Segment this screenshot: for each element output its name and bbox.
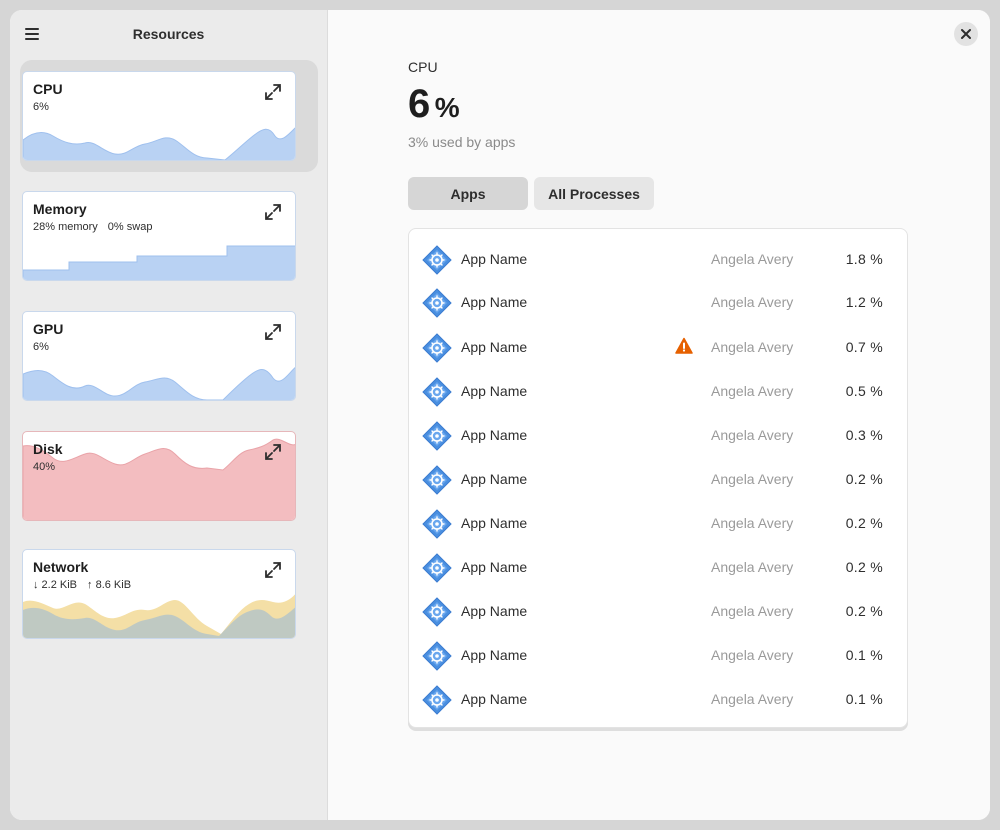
app-gear-icon [422, 641, 452, 671]
app-name: App Name [461, 471, 528, 487]
process-cpu-percent: 0.2 % [845, 603, 883, 619]
card-title: Memory [33, 201, 87, 217]
card-value: ↓ 2.2 KiB ↑ 8.6 KiB [33, 579, 131, 591]
tab-apps[interactable]: Apps [408, 177, 528, 210]
process-user: Angela Avery [711, 515, 794, 531]
app-gear-icon [422, 553, 452, 583]
cpu-graph [23, 127, 295, 160]
card-title: Disk [33, 441, 63, 457]
sidebar-title: Resources [132, 26, 205, 42]
process-user: Angela Avery [711, 691, 794, 707]
app-gear-icon [422, 465, 452, 495]
main-content: CPU 6% 3% used by apps Apps All Processe… [328, 10, 990, 820]
process-cpu-percent: 0.2 % [845, 559, 883, 575]
expand-icon[interactable] [263, 322, 283, 342]
close-icon [961, 29, 971, 39]
disk-graph [23, 438, 295, 520]
sidebar-item-network[interactable]: Network ↓ 2.2 KiB ↑ 8.6 KiB [22, 549, 296, 639]
sidebar-item-cpu[interactable]: CPU 6% [22, 71, 296, 161]
table-row[interactable]: App Name Angela Avery 0.2 % [409, 545, 907, 589]
table-row[interactable]: App Name Angela Avery 0.5 % [409, 369, 907, 413]
card-value: 28% memory 0% swap [33, 221, 152, 233]
warning-icon [675, 337, 693, 354]
app-gear-icon [422, 509, 452, 539]
card-value: 6% [33, 341, 49, 353]
table-row[interactable]: App Name Angela Avery 0.1 % [409, 633, 907, 677]
download-rate: ↓ 2.2 KiB [33, 579, 78, 591]
process-user: Angela Avery [711, 647, 794, 663]
expand-icon[interactable] [263, 560, 283, 580]
app-name: App Name [461, 647, 528, 663]
process-list: App Name Angela Avery 1.8 % App Name Angela … [408, 228, 908, 728]
table-row[interactable]: App Name Angela Avery 0.1 % [409, 677, 907, 721]
process-cpu-percent: 0.1 % [845, 691, 883, 707]
process-user: Angela Avery [711, 251, 794, 267]
process-user: Angela Avery [711, 559, 794, 575]
table-row[interactable]: App Name Angela Avery 0.2 % [409, 457, 907, 501]
app-gear-icon [422, 245, 452, 275]
table-row[interactable]: App Name Angela Avery 1.8 % [409, 237, 907, 281]
process-cpu-percent: 0.2 % [845, 471, 883, 487]
process-cpu-percent: 0.7 % [845, 339, 883, 355]
app-gear-icon [422, 421, 452, 451]
resource-value-unit: % [434, 92, 461, 123]
process-user: Angela Avery [711, 294, 794, 310]
table-row[interactable]: App Name Angela Avery 0.2 % [409, 589, 907, 633]
app-gear-icon [422, 597, 452, 627]
app-window: Resources CPU 6% Memory 28% memory 0% swa… [10, 10, 990, 820]
sidebar-item-memory[interactable]: Memory 28% memory 0% swap [22, 191, 296, 281]
process-user: Angela Avery [711, 603, 794, 619]
app-name: App Name [461, 383, 528, 399]
process-user: Angela Avery [711, 427, 794, 443]
sidebar: Resources CPU 6% Memory 28% memory 0% swa… [10, 10, 328, 820]
resource-note: 3% used by apps [408, 134, 516, 150]
process-user: Angela Avery [711, 339, 794, 355]
memory-value: 28% memory [33, 221, 98, 233]
expand-icon[interactable] [263, 82, 283, 102]
app-name: App Name [461, 339, 528, 355]
sidebar-header: Resources [10, 10, 327, 58]
sidebar-item-disk[interactable]: Disk 40% [22, 431, 296, 521]
app-gear-icon [422, 685, 452, 715]
expand-icon[interactable] [263, 442, 283, 462]
card-title: CPU [33, 81, 63, 97]
expand-icon[interactable] [263, 202, 283, 222]
process-cpu-percent: 0.1 % [845, 647, 883, 663]
upload-rate: ↑ 8.6 KiB [87, 579, 132, 591]
gpu-graph [23, 367, 295, 400]
resource-value: 6% [408, 82, 460, 127]
app-gear-icon [422, 377, 452, 407]
process-user: Angela Avery [711, 383, 794, 399]
app-name: App Name [461, 515, 528, 531]
close-button[interactable] [954, 22, 978, 46]
table-row[interactable]: App Name Angela Avery 0.7 % [409, 325, 907, 369]
process-cpu-percent: 0.3 % [845, 427, 883, 443]
resource-value-number: 6 [408, 82, 431, 126]
process-cpu-percent: 0.2 % [845, 515, 883, 531]
table-row[interactable]: App Name Angela Avery 0.2 % [409, 501, 907, 545]
process-cpu-percent: 0.5 % [845, 383, 883, 399]
app-name: App Name [461, 691, 528, 707]
app-gear-icon [422, 288, 452, 318]
app-name: App Name [461, 251, 528, 267]
card-title: Network [33, 559, 89, 575]
card-title: GPU [33, 321, 64, 337]
card-value: 6% [33, 101, 49, 113]
table-row[interactable]: App Name Angela Avery 1.2 % [409, 280, 907, 324]
app-name: App Name [461, 427, 528, 443]
card-value: 40% [33, 461, 56, 473]
app-name: App Name [461, 603, 528, 619]
table-row[interactable]: App Name Angela Avery 0.3 % [409, 413, 907, 457]
app-name: App Name [461, 294, 528, 310]
swap-value: 0% swap [107, 221, 153, 233]
process-cpu-percent: 1.8 % [845, 251, 883, 267]
process-cpu-percent: 1.2 % [845, 294, 883, 310]
sidebar-item-gpu[interactable]: GPU 6% [22, 311, 296, 401]
app-gear-icon [422, 333, 452, 363]
tab-all-processes[interactable]: All Processes [534, 177, 654, 210]
resource-label: CPU [408, 59, 438, 75]
app-name: App Name [461, 559, 528, 575]
process-user: Angela Avery [711, 471, 794, 487]
